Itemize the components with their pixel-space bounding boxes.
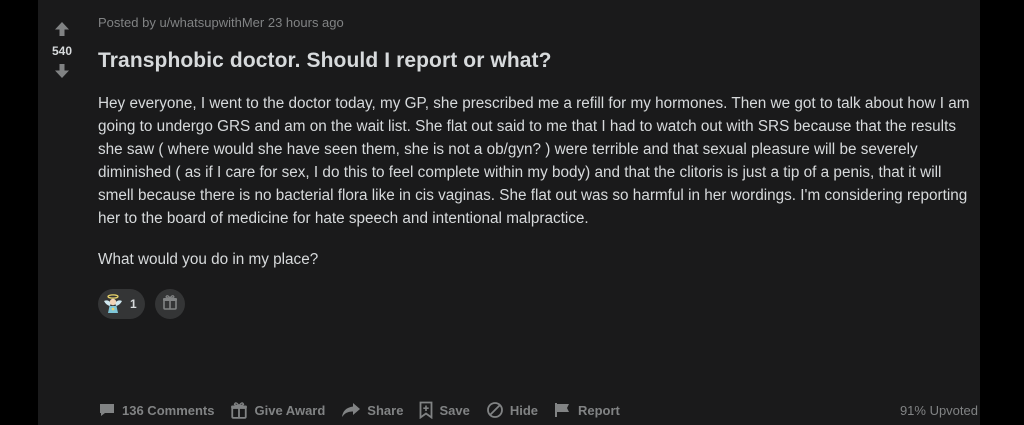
report-button[interactable]: Report [554, 402, 620, 418]
post-actions: 136 Comments Give Award Share Save Hide … [98, 396, 978, 424]
hide-label: Hide [509, 402, 538, 418]
post-body: Hey everyone, I went to the doctor today… [98, 92, 978, 271]
posted-by-label: Posted by [98, 15, 156, 30]
post-meta: Posted by u/whatsupwithMer 23 hours ago [98, 15, 978, 31]
hide-icon [486, 401, 504, 419]
angel-award-icon [102, 293, 124, 315]
post-time: 23 hours ago [267, 15, 344, 30]
post-title[interactable]: Transphobic doctor. Should I report or w… [98, 48, 978, 74]
comment-icon [98, 402, 116, 418]
arrow-up-icon [54, 21, 70, 37]
share-label: Share [367, 402, 404, 418]
share-button[interactable]: Share [341, 402, 403, 418]
vote-column: 540 [38, 0, 86, 425]
flag-icon [554, 402, 572, 418]
downvote-button[interactable] [50, 60, 74, 82]
give-award-button[interactable]: Give Award [230, 401, 325, 419]
upvote-button[interactable] [50, 18, 74, 40]
body-paragraph: What would you do in my place? [98, 251, 319, 268]
awards-row: 1 [98, 289, 978, 319]
save-button[interactable]: Save [419, 401, 470, 419]
award-badge[interactable]: 1 [98, 289, 145, 319]
post-card: 540 Posted by u/whatsupwithMer 23 hours … [38, 0, 980, 425]
comments-button[interactable]: 136 Comments [98, 402, 214, 418]
give-award-label: Give Award [254, 402, 326, 418]
gift-icon [162, 294, 178, 315]
gift-icon [230, 401, 248, 419]
save-label: Save [439, 402, 470, 418]
hide-button[interactable]: Hide [486, 401, 538, 419]
award-count: 1 [130, 297, 137, 311]
bookmark-icon [419, 401, 433, 419]
vote-score: 540 [51, 44, 73, 58]
arrow-down-icon [54, 63, 70, 79]
upvote-ratio: 91% Upvoted [899, 402, 978, 418]
post-content: Posted by u/whatsupwithMer 23 hours ago … [86, 0, 992, 425]
body-paragraph: Hey everyone, I went to the doctor today… [98, 95, 970, 227]
comments-label: 136 Comments [122, 402, 215, 418]
report-label: Report [577, 402, 620, 418]
author-link[interactable]: u/whatsupwithMer [159, 15, 264, 30]
share-icon [341, 402, 361, 418]
add-award-button[interactable] [154, 289, 185, 319]
